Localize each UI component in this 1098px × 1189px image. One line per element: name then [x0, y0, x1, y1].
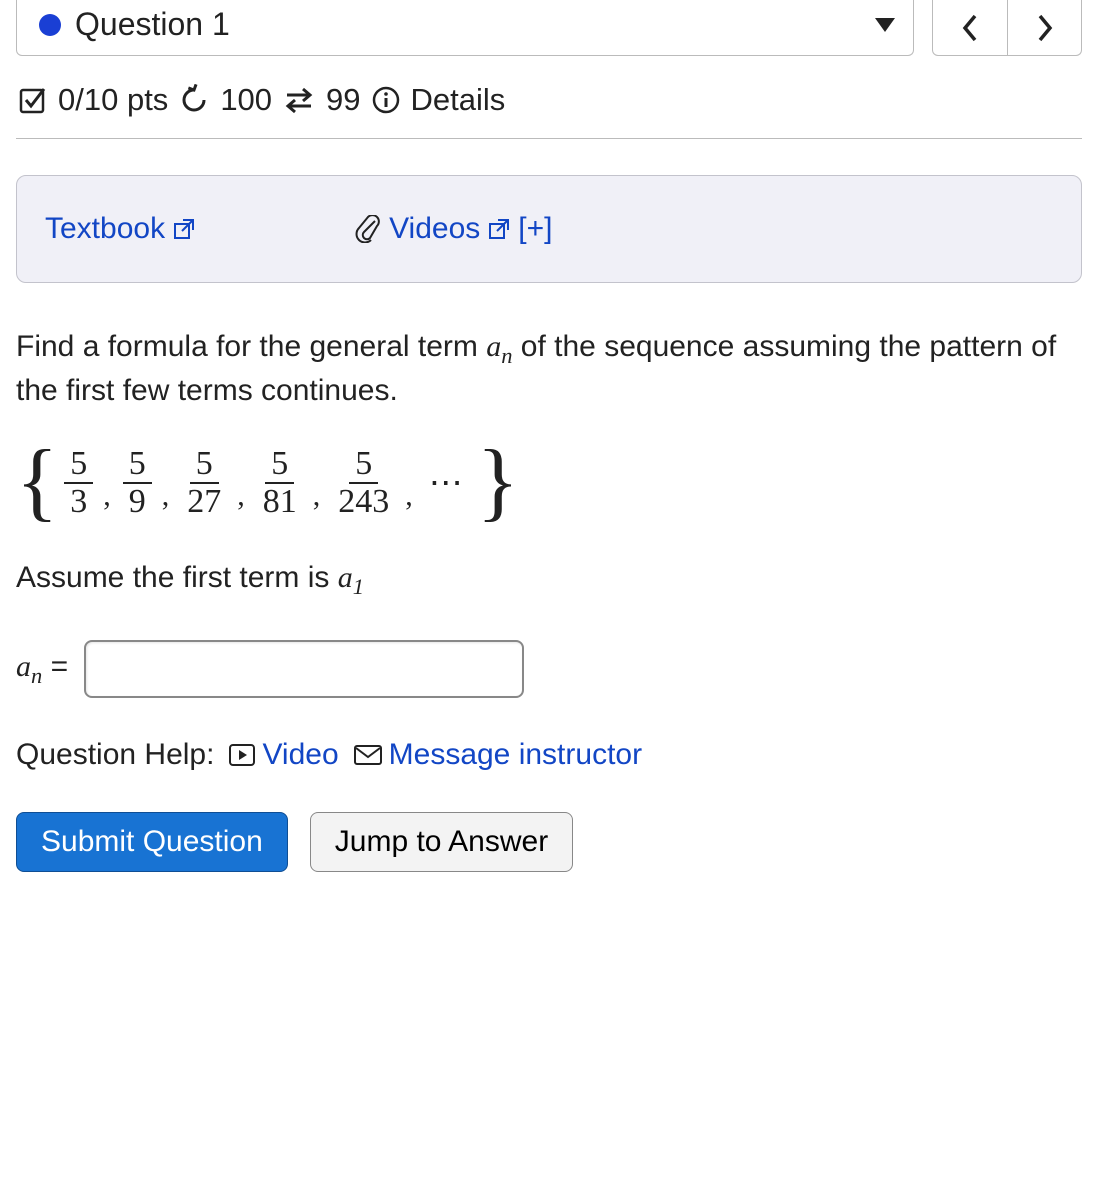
help-message-link[interactable]: Message instructor: [353, 738, 642, 772]
prev-question-button[interactable]: [933, 0, 1007, 55]
help-video-link[interactable]: Video: [228, 738, 338, 772]
swap-count: 99: [326, 82, 360, 118]
question-help-row: Question Help: Video Message instructor: [16, 738, 1082, 772]
term-4: 581: [257, 446, 303, 519]
info-icon: [371, 85, 401, 115]
details-link[interactable]: Details: [411, 82, 506, 118]
external-link-icon: [488, 218, 510, 240]
videos-label: Videos: [389, 212, 480, 246]
paperclip-icon: [355, 215, 381, 243]
button-row: Submit Question Jump to Answer: [16, 812, 1082, 872]
status-bullet-icon: [39, 14, 61, 36]
term-1: 53: [64, 446, 93, 519]
ellipsis: ⋯: [421, 463, 475, 503]
term-3: 527: [181, 446, 227, 519]
textbook-link[interactable]: Textbook: [45, 212, 195, 246]
left-brace-icon: {: [16, 447, 58, 517]
question-selector[interactable]: Question 1: [16, 0, 914, 56]
external-link-icon: [173, 218, 195, 240]
videos-link[interactable]: Videos [+]: [355, 212, 552, 246]
right-brace-icon: }: [477, 447, 519, 517]
jump-to-answer-button[interactable]: Jump to Answer: [310, 812, 573, 872]
checkbox-icon: [18, 85, 48, 115]
term-5: 5243: [332, 446, 395, 519]
submit-button[interactable]: Submit Question: [16, 812, 288, 872]
question-label: Question 1: [75, 6, 230, 43]
sequence-display: { 53, 59, 527, 581, 5243, ⋯ }: [16, 446, 1082, 519]
videos-expand: [+]: [518, 212, 552, 246]
question-nav: [932, 0, 1082, 56]
swap-icon: [282, 85, 316, 115]
chevron-down-icon: [875, 18, 895, 32]
sequence-terms: 53, 59, 527, 581, 5243, ⋯: [60, 446, 475, 519]
attempts-remaining: 100: [220, 82, 272, 118]
chevron-left-icon: [960, 13, 980, 43]
answer-input[interactable]: [84, 640, 524, 698]
next-question-button[interactable]: [1007, 0, 1081, 55]
question-prompt: Find a formula for the general term an o…: [16, 327, 1082, 412]
score-text: 0/10 pts: [58, 82, 168, 118]
help-label: Question Help:: [16, 738, 214, 772]
answer-lhs: an =: [16, 650, 68, 689]
chevron-right-icon: [1035, 13, 1055, 43]
answer-row: an =: [16, 640, 1082, 698]
term-2: 59: [123, 446, 152, 519]
mail-icon: [353, 744, 383, 766]
assume-text: Assume the first term is a1: [16, 561, 1082, 600]
textbook-label: Textbook: [45, 212, 165, 246]
redo-icon: [178, 84, 210, 116]
play-icon: [228, 743, 256, 767]
resources-box: Textbook Videos [+]: [16, 175, 1082, 283]
question-meta: 0/10 pts 100 99 Details: [16, 78, 1082, 139]
